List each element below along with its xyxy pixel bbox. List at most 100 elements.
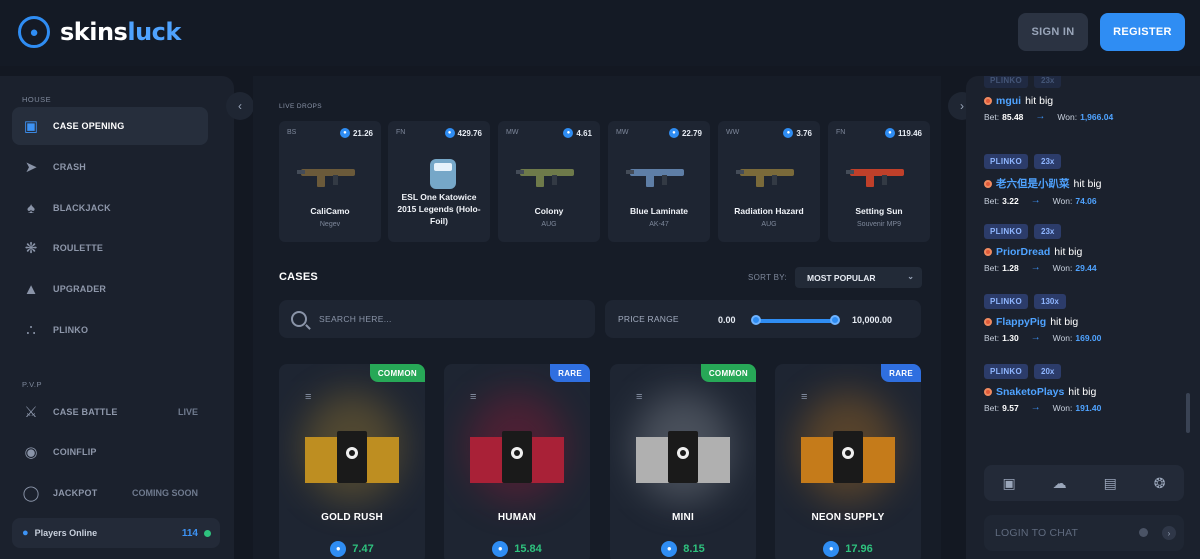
feed-username[interactable]: 老六但是小趴菜 [996,176,1070,191]
sidebar-item-label: PLINKO [53,325,89,335]
case-card[interactable]: COMMON ≡ GOLD RUSH ● 7.47 [279,364,425,559]
menu-icon[interactable]: ≡ [470,391,476,403]
rarity-badge: COMMON [700,364,756,382]
case-image [470,431,564,483]
weapon-skin-image [626,169,684,187]
menu-icon[interactable]: ≡ [636,391,642,403]
feed-item: PLINKO 23x 老六但是小趴菜 hit big Bet: 3.22 → Won: 74.0… [984,154,1184,206]
case-card[interactable]: COMMON ≡ MINI ● 8.15 [610,364,756,559]
sidebar-item-blackjack[interactable]: ♠ BLACKJACK [12,189,208,227]
feed-username[interactable]: SnaketoPlays [996,386,1064,398]
paw-coin-icon: ● [661,541,678,557]
case-card[interactable]: RARE ≡ HUMAN ● 15.84 [444,364,590,559]
bet-label: Bet: [984,402,1000,413]
live-drop-card[interactable]: MW ● 4.61 Colony AUG [498,121,600,242]
game-badge: PLINKO [984,294,1029,309]
sort-select[interactable]: MOST POPULAR ⌄ [795,267,922,288]
feed-amounts: Bet: 9.57 → Won: 191.40 [984,402,1184,413]
case-price-value: 15.84 [514,543,542,555]
collapse-left-sidebar-button[interactable]: ‹ [226,92,254,120]
coin-icon: ● [444,128,455,138]
logo[interactable]: ● skinsluck [18,16,181,48]
weapon-skin-image [846,169,904,187]
drop-item-weapon: Souvenir MP9 [857,221,901,228]
coin-icon: ● [563,128,574,138]
feed-badges: PLINKO 23x [984,76,1184,88]
rarity-badge: RARE [881,364,921,382]
case-card[interactable]: RARE ≡ NEON SUPPLY ● 17.96 [775,364,921,559]
feed-badges: PLINKO 20x [984,364,1184,379]
chat-input[interactable]: LOGIN TO CHAT › [984,515,1184,551]
sidebar-item-crash[interactable]: ➤ CRASH [12,148,208,186]
bet-label: Bet: [984,262,1000,273]
live-drop-card[interactable]: BS ● 21.26 CaliCamo Negev [279,121,381,242]
live-tag: LIVE [177,407,198,417]
coin-icon: ● [884,128,895,138]
plinko-icon [984,388,992,396]
send-icon[interactable]: › [1162,526,1176,540]
menu-icon[interactable]: ≡ [305,391,311,403]
sidebar-item-case-battle[interactable]: ⚔ CASE BATTLE LIVE [12,393,208,431]
live-drop-card[interactable]: FN ● 429.76 ESL One Katowice 2015 Legends (… [388,121,490,242]
feed-item: PLINKO 130x FlappyPig hit big Bet: 1.30 → Won: 1… [984,294,1184,343]
live-drop-card[interactable]: FN ● 119.46 Setting Sun Souvenir MP9 [828,121,930,242]
sidebar-item-label: UPGRADER [53,284,107,294]
game-badge: PLINKO [984,76,1029,88]
sidebar-item-label: CRASH [53,162,87,172]
drop-condition: FN [396,129,406,136]
game-badge: PLINKO [984,364,1029,379]
price-max-value: 10,000.00 [852,315,893,325]
menu-icon[interactable]: ≡ [801,391,807,403]
register-button[interactable]: REGISTER [1100,13,1185,51]
feed-badges: PLINKO 23x [984,224,1184,239]
sidebar-item-case-opening[interactable]: ▣ CASE OPENING [12,107,208,145]
drop-condition: BS [287,129,297,136]
plinko-icon [984,97,992,105]
players-online-count: 114 [181,527,198,539]
price-max-handle[interactable] [830,315,840,325]
won-label: Won: [1052,195,1073,206]
chat-scrollbar[interactable] [1186,393,1190,433]
feed-badges: PLINKO 23x [984,154,1184,169]
drop-condition: MW [506,129,519,136]
paw-coin-icon: ● [330,541,347,557]
gift-icon[interactable]: ▣ [1002,475,1015,492]
live-drop-card[interactable]: WW ● 3.76 Radiation Hazard AUG [718,121,820,242]
feed-username[interactable]: PriorDread [996,246,1050,258]
search-input[interactable] [319,314,519,324]
case-image [636,431,730,483]
rain-icon[interactable]: ☁ [1053,475,1067,492]
sign-in-button[interactable]: SIGN IN [1018,13,1088,51]
sidebar-item-plinko[interactable]: ∴ PLINKO [12,311,208,349]
arrow-right-icon: → [1030,332,1041,343]
feed-username[interactable]: mgui [996,95,1021,107]
drop-item-name: Radiation Hazard [734,206,804,216]
won-label: Won: [1052,402,1073,413]
house-section-label: HOUSE [22,95,52,104]
sidebar-item-label: CASE OPENING [53,121,125,131]
coin-icon: ● [668,128,679,138]
chevron-left-icon: ‹ [238,99,242,113]
sidebar-item-roulette[interactable]: ❋ ROULETTE [12,229,208,267]
price-range-track[interactable] [755,319,836,323]
cards-icon: ♠ [27,199,35,217]
price-min-handle[interactable] [751,315,761,325]
players-online: ● Players Online 114 [12,518,220,548]
feed-username[interactable]: FlappyPig [996,316,1046,328]
feed-amounts: Bet: 1.30 → Won: 169.00 [984,332,1184,343]
support-icon[interactable]: ❂ [1154,475,1166,492]
clipboard-icon[interactable]: ▤ [1104,475,1117,492]
live-drop-card[interactable]: MW ● 22.79 Blue Laminate AK-47 [608,121,710,242]
sidebar-item-upgrader[interactable]: ▲ UPGRADER [12,270,208,308]
feed-item: PLINKO 20x SnaketoPlays hit big Bet: 9.57 → Won… [984,364,1184,413]
plinko-icon [984,179,992,188]
chat-input-placeholder: LOGIN TO CHAT [995,527,1079,539]
case-search[interactable] [279,300,595,338]
emoji-icon[interactable] [1139,528,1148,537]
sidebar-item-coinflip[interactable]: ◉ COINFLIP [12,433,208,471]
sidebar-item-jackpot[interactable]: ◯ JACKPOT COMING SOON [12,474,208,512]
weapon-skin-image [736,169,794,187]
bet-value: 3.22 [1002,195,1019,206]
won-value: 29.44 [1075,262,1097,273]
won-label: Won: [1057,111,1078,122]
